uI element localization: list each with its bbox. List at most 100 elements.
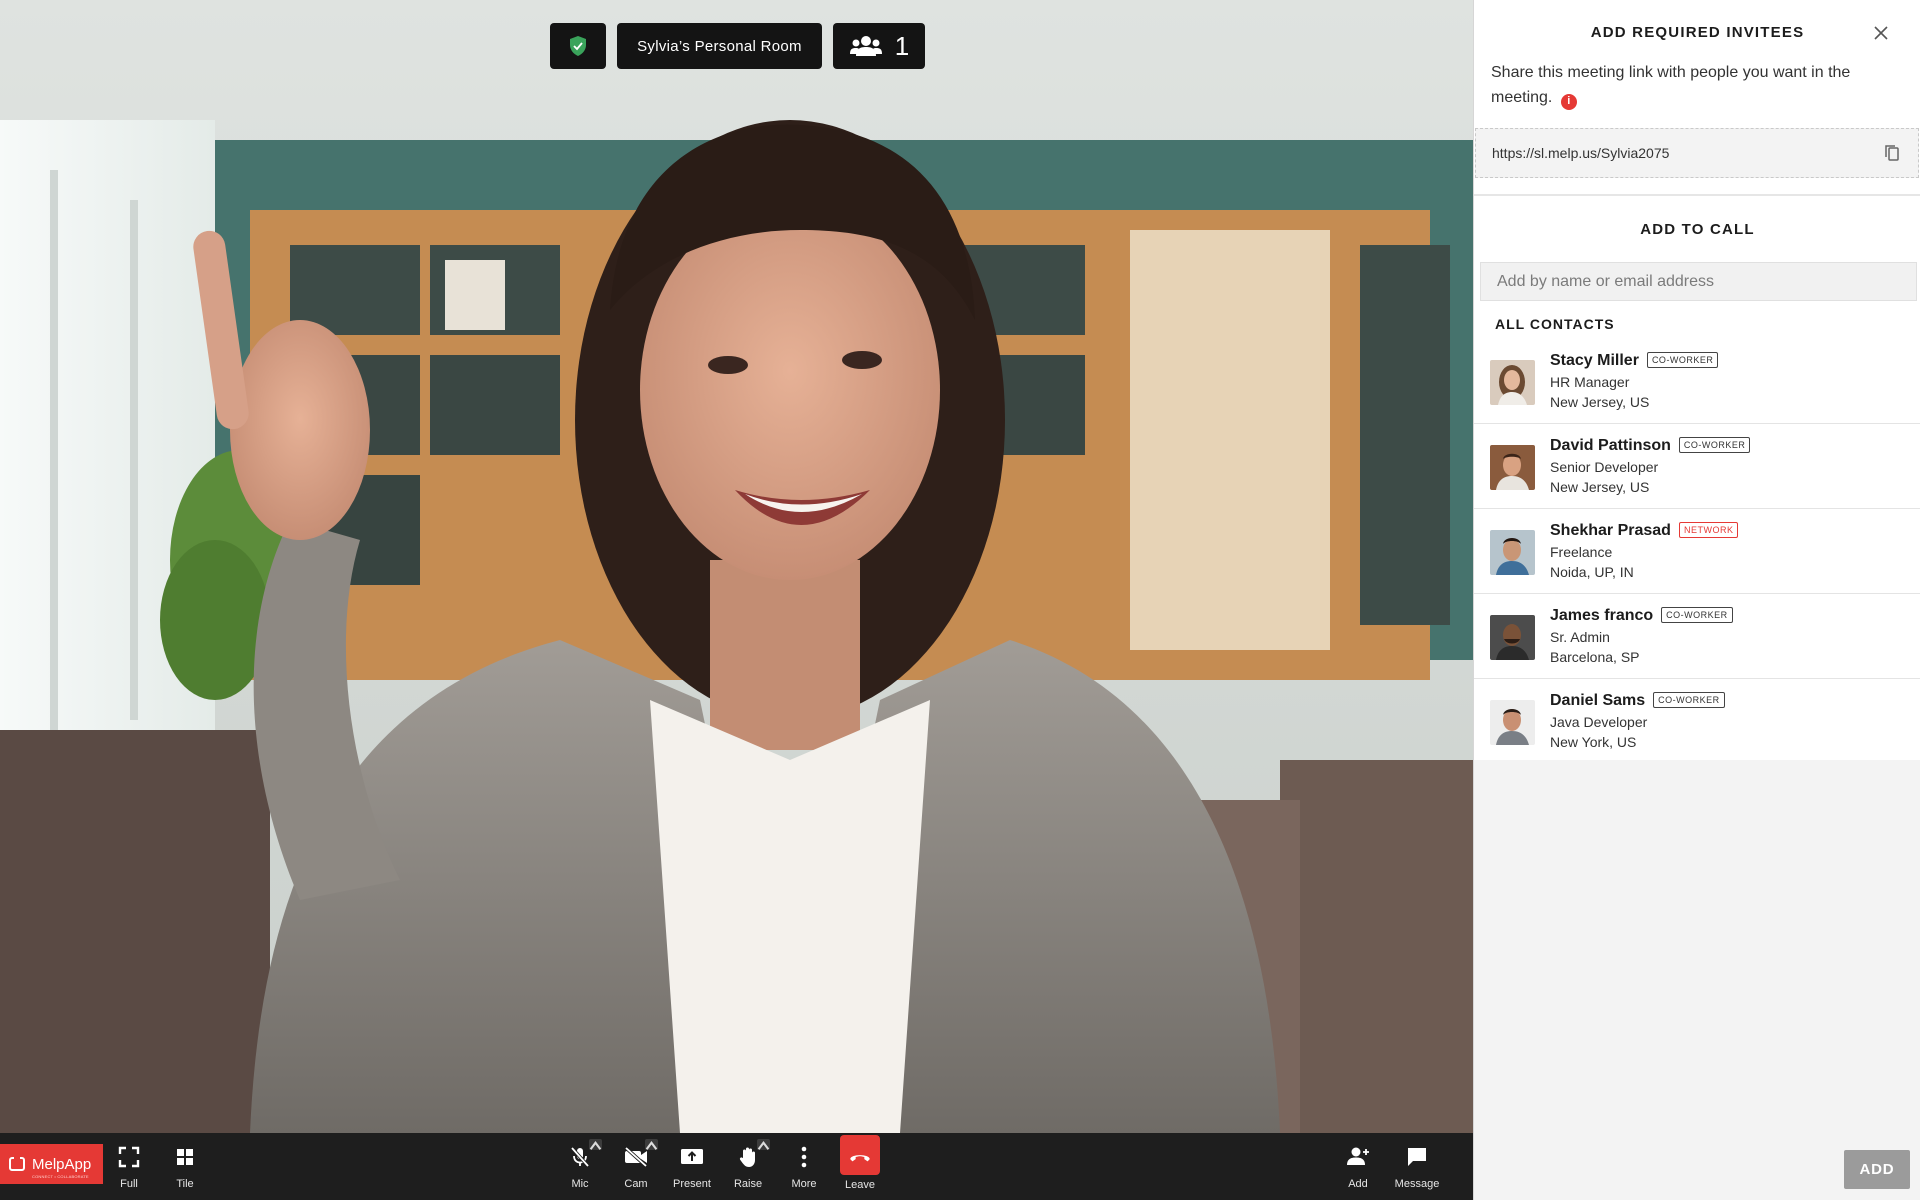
brand-name: MelpApp <box>32 1155 92 1173</box>
present-button[interactable]: Present <box>664 1141 720 1197</box>
mic-label: Mic <box>571 1178 589 1190</box>
contact-name: David Pattinson <box>1550 437 1671 454</box>
contact-item[interactable]: Shekhar Prasad NETWORK Freelance Noida, U… <box>1474 509 1920 594</box>
leave-call-icon <box>850 1154 870 1161</box>
video-stage: Sylvia’s Personal Room 1 <box>0 0 1473 1133</box>
contact-location: Barcelona, SP <box>1550 649 1640 665</box>
participants-badge[interactable]: 1 <box>833 23 925 69</box>
fullscreen-button[interactable]: Full <box>101 1141 157 1197</box>
meeting-link[interactable]: https://sl.melp.us/Sylvia2075 <box>1492 145 1669 161</box>
raise-label: Raise <box>733 1178 763 1190</box>
tile-icon <box>177 1149 193 1165</box>
contact-item[interactable]: David Pattinson CO-WORKER Senior Develope… <box>1474 424 1920 509</box>
add-label: Add <box>1348 1178 1368 1190</box>
section-divider <box>1474 194 1920 196</box>
contact-badge: CO-WORKER <box>1646 352 1719 368</box>
contact-list: Stacy Miller CO-WORKER HR Manager New Jer… <box>1474 339 1920 764</box>
contact-location: New Jersey, US <box>1550 479 1650 495</box>
add-person-icon <box>1347 1147 1369 1165</box>
avatar <box>1490 615 1535 660</box>
fullscreen-icon <box>118 1146 140 1168</box>
share-instructions: Share this meeting link with people you … <box>1491 60 1891 110</box>
participant-count: 1 <box>894 30 910 61</box>
contact-role: Java Developer <box>1550 714 1648 730</box>
video-call-app: Sylvia’s Personal Room 1 MelpApp CONNECT… <box>0 0 1920 1200</box>
contact-item[interactable]: Daniel Sams CO-WORKER Java Developer New … <box>1474 679 1920 764</box>
contact-name: Stacy Miller <box>1550 352 1639 369</box>
caret-up-icon <box>645 1140 658 1150</box>
call-toolbar: MelpApp CONNECT • COLLABORATE Full Tile <box>0 1133 1473 1200</box>
contact-role: HR Manager <box>1550 374 1630 390</box>
contact-role: Freelance <box>1550 544 1613 560</box>
room-name-badge: Sylvia’s Personal Room <box>617 23 822 69</box>
mic-options-caret[interactable] <box>589 1139 602 1150</box>
cam-options-caret[interactable] <box>645 1139 658 1150</box>
meeting-link-box[interactable]: https://sl.melp.us/Sylvia2075 <box>1475 128 1919 178</box>
more-icon <box>801 1146 807 1168</box>
contact-badge: CO-WORKER <box>1678 437 1751 453</box>
shield-check-icon <box>570 36 586 56</box>
avatar <box>1490 700 1535 745</box>
participant-video-feed <box>0 0 1473 1133</box>
camera-button[interactable]: Cam <box>608 1139 664 1197</box>
contact-item[interactable]: James franco CO-WORKER Sr. Admin Barcelon… <box>1474 594 1920 679</box>
fullscreen-label: Full <box>120 1178 138 1190</box>
brand-tagline: CONNECT • COLLABORATE <box>32 1174 89 1179</box>
contact-name: Daniel Sams <box>1550 692 1646 709</box>
avatar <box>1490 530 1535 575</box>
participants-icon <box>849 36 882 56</box>
contact-name-line: Stacy Miller CO-WORKER <box>1550 352 1719 370</box>
add-to-call-title: ADD TO CALL <box>1640 221 1755 238</box>
panel-title: ADD REQUIRED INVITEES <box>1590 24 1805 41</box>
contact-name-line: Shekhar Prasad NETWORK <box>1550 522 1739 540</box>
contact-name-line: James franco CO-WORKER <box>1550 607 1733 625</box>
caret-up-icon <box>589 1140 602 1150</box>
message-icon <box>1408 1148 1426 1166</box>
contact-name-line: David Pattinson CO-WORKER <box>1550 437 1751 455</box>
tile-label: Tile <box>176 1178 194 1190</box>
contact-badge: CO-WORKER <box>1653 692 1725 708</box>
leave-call-button[interactable]: Leave <box>832 1135 888 1197</box>
add-contact-search-input[interactable] <box>1480 262 1917 301</box>
invitees-panel: ADD REQUIRED INVITEES Share this meeting… <box>1473 0 1920 1200</box>
contact-role: Sr. Admin <box>1550 629 1610 645</box>
present-label: Present <box>673 1178 711 1190</box>
message-button[interactable]: Message <box>1389 1141 1445 1197</box>
message-label: Message <box>1394 1178 1440 1190</box>
contact-item[interactable]: Stacy Miller CO-WORKER HR Manager New Jer… <box>1474 339 1920 424</box>
contact-location: Noida, UP, IN <box>1550 564 1634 580</box>
contact-location: New Jersey, US <box>1550 394 1650 410</box>
more-button[interactable]: More <box>776 1141 832 1197</box>
add-invitees-button[interactable]: ADD <box>1844 1150 1910 1189</box>
caret-up-icon <box>757 1140 770 1150</box>
leave-label: Leave <box>845 1179 875 1191</box>
contact-badge: NETWORK <box>1678 522 1739 538</box>
contact-name-line: Daniel Sams CO-WORKER <box>1550 692 1725 710</box>
security-badge[interactable] <box>550 23 606 69</box>
more-label: More <box>791 1178 817 1190</box>
raise-hand-button[interactable]: Raise <box>720 1139 776 1197</box>
avatar <box>1490 360 1535 405</box>
contact-location: New York, US <box>1550 734 1637 750</box>
mic-button[interactable]: Mic <box>552 1139 608 1197</box>
copy-icon[interactable] <box>1882 143 1902 163</box>
raise-options-caret[interactable] <box>757 1139 770 1150</box>
all-contacts-heading: ALL CONTACTS <box>1495 316 1615 332</box>
tile-view-button[interactable]: Tile <box>157 1141 213 1197</box>
cam-label: Cam <box>624 1178 648 1190</box>
contact-badge: CO-WORKER <box>1661 607 1733 623</box>
info-icon[interactable]: i <box>1560 93 1577 110</box>
contact-role: Senior Developer <box>1550 459 1659 475</box>
share-text: Share this meeting link with people you … <box>1491 64 1851 106</box>
avatar <box>1490 445 1535 490</box>
room-name: Sylvia’s Personal Room <box>637 37 802 55</box>
close-icon <box>1874 26 1888 40</box>
brand-logo-icon <box>9 1155 25 1171</box>
leave-call-tile[interactable] <box>840 1135 880 1175</box>
close-panel-button[interactable] <box>1870 22 1892 44</box>
contact-name: Shekhar Prasad <box>1550 522 1671 539</box>
present-icon <box>681 1149 703 1164</box>
add-participant-button[interactable]: Add <box>1330 1141 1386 1197</box>
brand-logo: MelpApp CONNECT • COLLABORATE <box>0 1144 103 1184</box>
contact-name: James franco <box>1550 607 1654 624</box>
